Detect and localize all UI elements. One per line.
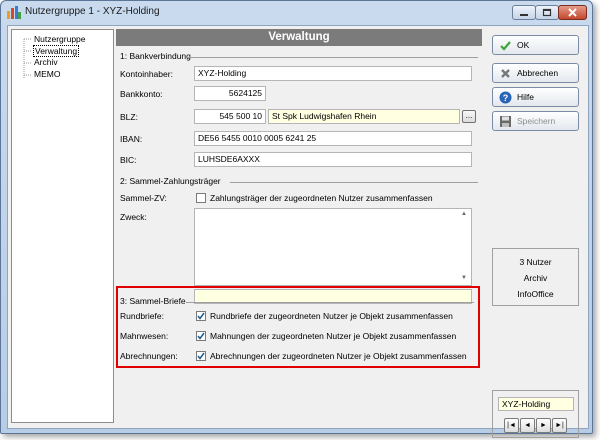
save-icon (500, 116, 511, 127)
navigation-tree: Nutzergruppe Verwaltung Archiv MEMO (11, 29, 114, 423)
bankkonto-label: Bankkonto: (120, 89, 163, 99)
title-bar[interactable]: Nutzergruppe 1 - XYZ-Holding (1, 1, 592, 25)
close-button[interactable] (558, 5, 587, 20)
tree-item-archiv[interactable]: Archiv (34, 57, 58, 67)
blz-label: BLZ: (120, 112, 138, 122)
sammel-zahlungstraeger-group-title: 2: Sammel-Zahlungsträger (120, 176, 221, 186)
first-record-button[interactable]: |◄ (504, 418, 519, 433)
checkmark-icon (500, 41, 511, 51)
group-divider (230, 182, 478, 183)
scroll-down-icon[interactable]: ▼ (460, 275, 468, 283)
bank-name-field: St Spk Ludwigshafen Rhein (268, 109, 460, 124)
iban-field[interactable]: DE56 5455 0010 0005 6241 25 (194, 131, 472, 146)
ok-button[interactable]: OK (492, 35, 579, 55)
speichern-button-label: Speichern (517, 116, 556, 126)
sammel-zv-checkbox[interactable] (196, 193, 206, 203)
client-area: Nutzergruppe Verwaltung Archiv MEMO Verw… (7, 25, 589, 438)
hilfe-button[interactable]: ? Hilfe (492, 87, 579, 107)
maximize-icon (542, 8, 552, 17)
maximize-button[interactable] (535, 5, 559, 20)
kontoinhaber-field[interactable]: XYZ-Holding (194, 66, 472, 81)
tree-item-nutzergruppe[interactable]: Nutzergruppe (34, 34, 86, 44)
kontoinhaber-label: Kontoinhaber: (120, 69, 173, 79)
tree-item-memo[interactable]: MEMO (34, 69, 60, 79)
last-record-button[interactable]: ►| (552, 418, 567, 433)
minimize-icon (520, 14, 528, 16)
tree-item-verwaltung[interactable]: Verwaltung (33, 45, 80, 57)
zweck-textarea[interactable] (194, 208, 472, 286)
bic-field[interactable]: LUHSDE6AXXX (194, 152, 472, 167)
info-nutzer-count: 3 Nutzer (519, 257, 552, 267)
minimize-button[interactable] (512, 5, 536, 20)
bankkonto-field[interactable]: 5624125 (194, 86, 266, 101)
current-record-field: XYZ-Holding (498, 397, 574, 411)
app-icon (7, 6, 21, 19)
app-window: Nutzergruppe 1 - XYZ-Holding Nutzergrupp… (0, 0, 593, 438)
abbrechen-button-label: Abbrechen (517, 68, 559, 78)
help-icon: ? (499, 91, 512, 104)
previous-record-button[interactable]: ◄ (520, 418, 535, 433)
window-title: Nutzergruppe 1 - XYZ-Holding (25, 6, 160, 17)
cancel-icon (501, 69, 510, 78)
tree-connector-lines (23, 38, 32, 78)
info-box: 3 Nutzer Archiv InfoOffice (492, 248, 579, 306)
info-archiv: Archiv (523, 273, 548, 283)
hilfe-button-label: Hilfe (517, 92, 535, 102)
abbrechen-button[interactable]: Abbrechen (492, 63, 579, 83)
panel-title: Verwaltung (116, 29, 482, 46)
iban-label: IBAN: (120, 134, 143, 144)
svg-text:?: ? (503, 93, 509, 103)
speichern-button[interactable]: Speichern (492, 111, 579, 131)
group-divider (186, 57, 478, 58)
scroll-up-icon[interactable]: ▲ (460, 211, 468, 219)
ok-button-label: OK (517, 40, 530, 50)
close-icon (568, 8, 577, 17)
bankverbindung-group-title: 1: Bankverbindung (120, 51, 191, 61)
bic-label: BIC: (120, 155, 137, 165)
record-navigator: XYZ-Holding |◄ ◄ ► ►| (492, 390, 579, 438)
zweck-label: Zweck: (120, 212, 147, 222)
next-record-button[interactable]: ► (536, 418, 551, 433)
sammel-zv-label: Sammel-ZV: (120, 193, 167, 203)
bank-lookup-button[interactable]: ... (462, 110, 476, 123)
sammel-zv-checkbox-label: Zahlungsträger der zugeordneten Nutzer z… (210, 193, 433, 203)
blz-field[interactable]: 545 500 10 (194, 109, 266, 124)
highlight-box (116, 286, 480, 368)
info-infooffice: InfoOffice (517, 289, 554, 299)
